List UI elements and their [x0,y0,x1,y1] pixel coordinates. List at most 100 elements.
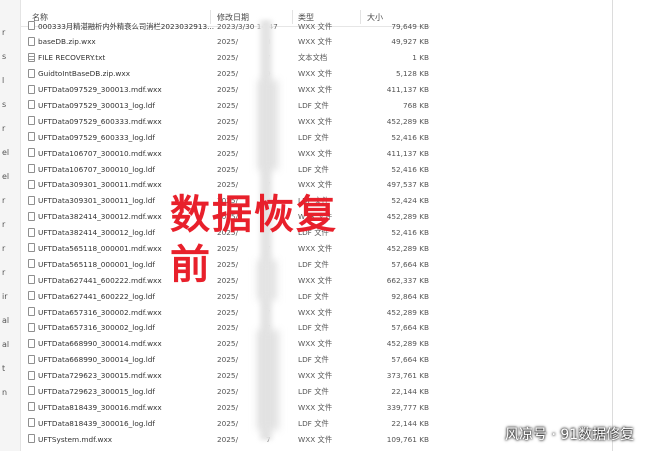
file-name: UFTData097529_300013_log.ldf [38,100,155,110]
file-row[interactable]: UFTData818439_300016.mdf.wxx2025/7WXX 文件… [20,399,440,415]
nav-pane-fragment[interactable]: r [2,124,5,133]
file-name: UFTData382414_300012.mdf.wxx [38,212,162,222]
file-row[interactable]: GuidtoIntBaseDB.zip.wxx2025/9WXX 文件5,128… [20,66,440,82]
file-date: 2025/ [217,307,239,317]
file-row[interactable]: UFTData106707_300010_log.ldf2025/7LDF 文件… [20,161,440,177]
file-icon [28,84,35,94]
file-size: 22,144 KB [391,386,429,396]
file-date: 2025/ [217,418,239,428]
file-row[interactable]: UFTData729623_300015_log.ldf2025/7LDF 文件… [20,383,440,399]
file-icon [28,370,35,380]
nav-pane-fragment[interactable]: r [2,268,5,277]
file-type: WXX 文件 [298,307,333,317]
nav-pane-fragment[interactable]: r [2,196,5,205]
file-icon [28,259,35,269]
file-date: 2025/ [217,37,239,47]
file-name: UFTData627441_600222_log.ldf [38,291,155,301]
watermark-text: 风凉号 · 91数据修复 [505,427,635,443]
file-date: 2025/ [217,355,239,365]
overlay-caption: 数据恢复前 [170,192,338,288]
file-name: GuidtoIntBaseDB.zip.wxx [38,69,131,79]
nav-pane-fragment[interactable]: l [2,76,4,85]
file-row[interactable]: UFTData097529_300013_log.ldf2025/7LDF 文件… [20,97,440,113]
file-name: UFTData097529_300013.mdf.wxx [38,85,162,95]
nav-pane-fragment[interactable]: ir [2,292,8,301]
nav-pane-fragment[interactable]: t [2,364,5,373]
file-name: UFTData729623_300015_log.ldf [38,386,155,396]
file-name: UFTData818439_300016_log.ldf [38,418,155,428]
file-row[interactable]: UFTData818439_300016_log.ldf2025/7LDF 文件… [20,415,440,431]
file-type: LDF 文件 [298,164,329,174]
file-type: WXX 文件 [298,116,333,126]
file-row[interactable]: 000333月精湛融析内外精衰么司消栏2023032913... 2023/3/3… [20,18,440,34]
redaction-blur [257,260,277,300]
file-type: WXX 文件 [298,85,333,95]
file-name: UFTData106707_300010.mdf.wxx [38,148,162,158]
file-size: 411,137 KB [386,85,429,95]
file-date: 2025/ [217,85,239,95]
file-type: WXX 文件 [298,69,333,79]
file-name: UFTData097529_600333_log.ldf [38,132,155,142]
nav-pane-fragment[interactable]: r [2,244,5,253]
file-date: 2025/ [217,371,239,381]
nav-pane-fragment[interactable]: s [2,52,6,61]
nav-pane-fragment[interactable]: el [2,148,9,157]
nav-pane-fragment[interactable]: al [2,340,9,349]
file-row[interactable]: FILE RECOVERY.txt2025/7文本文档1 KB [20,50,440,66]
redaction-blur [258,80,278,170]
file-name: UFTData097529_600333.mdf.wxx [38,116,162,126]
file-type: WXX 文件 [298,339,333,349]
navigation-pane-strip: r s l s r el el r r r r ir al al t n [0,0,21,451]
file-icon [28,68,35,78]
file-size: 497,537 KB [386,180,429,190]
file-date: 2025/ [217,434,239,444]
file-icon [28,322,35,332]
file-size: 49,927 KB [391,37,429,47]
file-icon [28,227,35,237]
file-row[interactable]: UFTSystem.mdf.wxx2025/7WXX 文件109,761 KB [20,431,440,447]
file-type: WXX 文件 [298,148,333,158]
file-icon [28,164,35,174]
file-size: 452,289 KB [386,339,429,349]
file-row[interactable]: UFTData097529_600333.mdf.wxx2025/7WXX 文件… [20,113,440,129]
file-icon [28,354,35,364]
file-row[interactable]: UFTData657316_300002_log.ldf2025/7LDF 文件… [20,320,440,336]
file-row[interactable]: UFTData565118_000001_log.ldf2025/7LDF 文件… [20,256,440,272]
file-row[interactable]: UFTData668990_300014.mdf.wxx2025/7WXX 文件… [20,336,440,352]
file-name: UFTData565118_000001.mdf.wxx [38,243,162,253]
nav-pane-fragment[interactable]: al [2,316,9,325]
file-type: WXX 文件 [298,371,333,381]
file-name: FILE RECOVERY.txt [38,53,106,63]
file-name: UFTData309301_300011.mdf.wxx [38,180,162,190]
file-icon [28,243,35,253]
file-icon [28,275,35,285]
file-type: WXX 文件 [298,243,333,253]
nav-pane-fragment[interactable]: el [2,172,9,181]
file-row[interactable]: UFTData565118_000001.mdf.wxx2025/7WXX 文件… [20,240,440,256]
file-size: 339,777 KB [386,402,429,412]
nav-pane-fragment[interactable]: n [2,388,7,397]
file-type: LDF 文件 [298,132,329,142]
file-size: 57,664 KB [391,259,429,269]
file-row[interactable]: UFTData657316_300002.mdf.wxx2025/7WXX 文件… [20,304,440,320]
file-row[interactable]: baseDB.zip.wxx2025/8WXX 文件49,927 KB [20,34,440,50]
file-size: 22,144 KB [391,418,429,428]
file-row[interactable]: UFTData729623_300015.mdf.wxx2025/7WXX 文件… [20,368,440,384]
file-row[interactable]: UFTData668990_300014_log.ldf2025/7LDF 文件… [20,352,440,368]
file-type: 文本文档 [298,53,328,63]
file-type: WXX 文件 [298,21,333,31]
file-row[interactable]: UFTData627441_600222_log.ldf2025/7LDF 文件… [20,288,440,304]
file-icon [28,100,35,110]
file-type: LDF 文件 [298,323,329,333]
file-icon [28,338,35,348]
file-row[interactable]: UFTData627441_600222.mdf.wxx2025/7WXX 文件… [20,272,440,288]
file-row[interactable]: UFTData097529_300013.mdf.wxx2025/7WXX 文件… [20,82,440,98]
file-row[interactable]: UFTData097529_600333_log.ldf2025/7LDF 文件… [20,129,440,145]
nav-pane-fragment[interactable]: s [2,100,6,109]
nav-pane-fragment[interactable]: r [2,220,5,229]
file-icon [28,211,35,221]
nav-pane-fragment[interactable]: r [2,28,5,37]
file-name: UFTData565118_000001_log.ldf [38,259,155,269]
file-name: 000333月精湛融析内外精衰么司消栏2023032913... [38,21,215,31]
file-row[interactable]: UFTData106707_300010.mdf.wxx2025/7WXX 文件… [20,145,440,161]
